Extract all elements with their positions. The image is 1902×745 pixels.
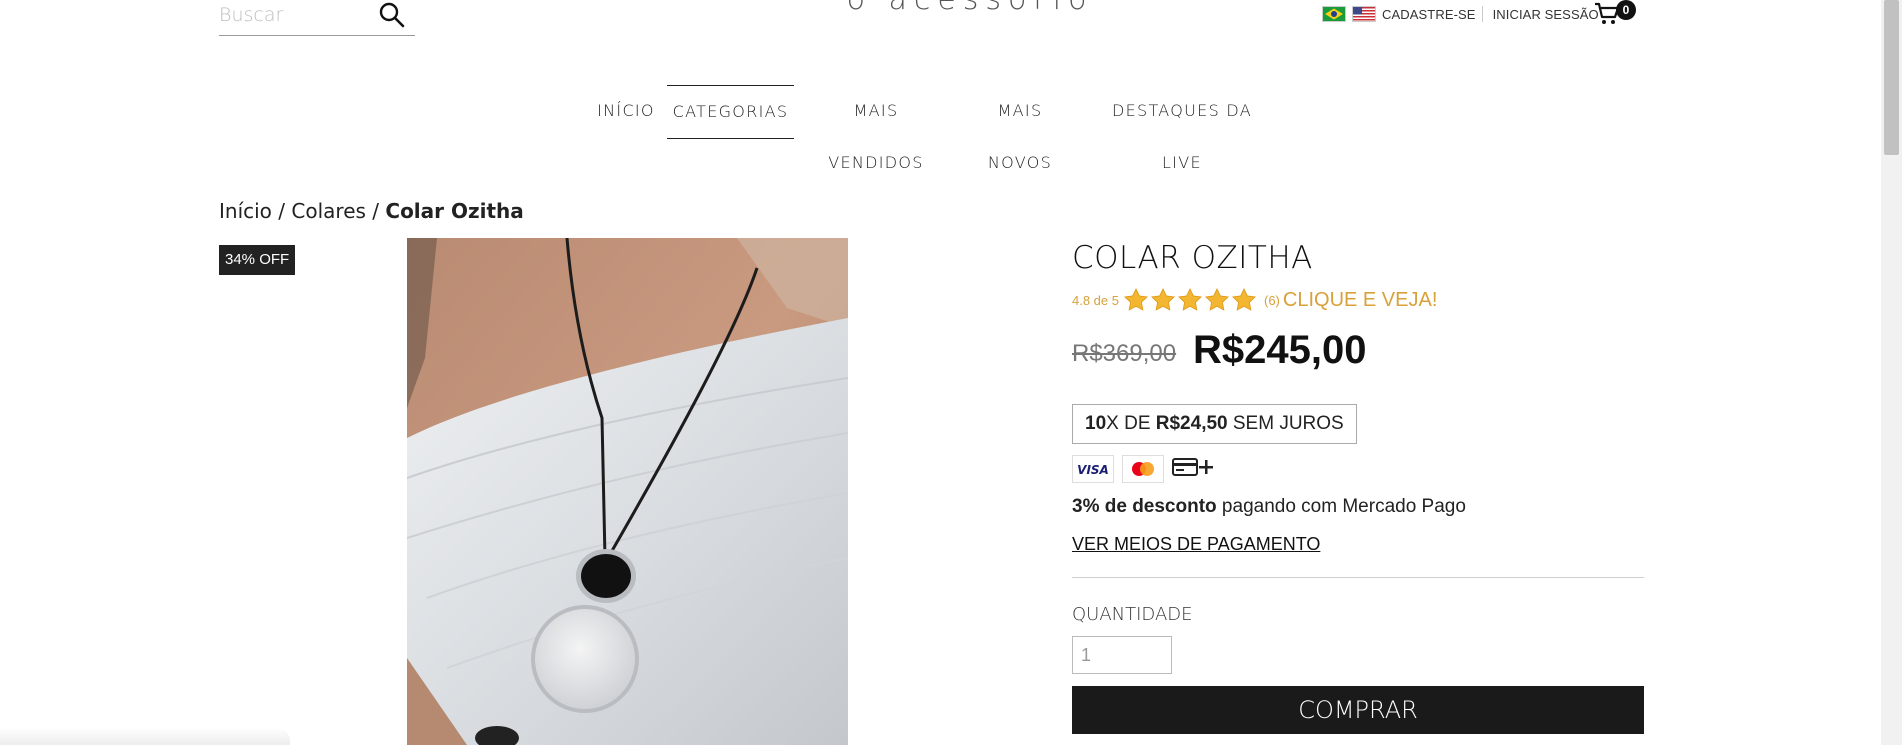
payment-methods: VISA xyxy=(1072,455,1214,483)
breadcrumb-home[interactable]: Início xyxy=(219,199,272,223)
cookie-bar-edge xyxy=(0,727,290,745)
breadcrumb: Início / Colares / Colar Ozitha xyxy=(219,199,524,223)
top-account-bar: CADASTRE-SE INICIAR SESSÃO xyxy=(1322,2,1599,26)
rating-value: 4.8 de 5 xyxy=(1072,292,1119,308)
discount-bold: 3% de desconto xyxy=(1072,496,1217,517)
star-icon xyxy=(1177,287,1203,313)
reviews-link[interactable]: CLIQUE E VEJA! xyxy=(1283,289,1438,312)
breadcrumb-category[interactable]: Colares xyxy=(291,199,366,223)
plus-icon xyxy=(1198,459,1214,480)
login-link[interactable]: INICIAR SESSÃO xyxy=(1493,7,1599,22)
nav-item-categorias[interactable]: CATEGORIAS xyxy=(667,85,794,139)
cart-count-badge: 0 xyxy=(1616,0,1636,20)
mastercard-icon xyxy=(1122,455,1164,483)
nav-item-destaques-da-live[interactable]: DESTAQUES DA LIVE xyxy=(1097,85,1267,172)
nav-item-mais-novos[interactable]: MAIS NOVOS xyxy=(963,85,1077,172)
star-icon xyxy=(1204,287,1230,313)
breadcrumb-separator: / xyxy=(372,199,380,223)
scrollbar-thumb[interactable] xyxy=(1884,0,1899,155)
discount-text: pagando com Mercado Pago xyxy=(1216,496,1466,517)
store-logo[interactable]: o acessorio xyxy=(820,0,1120,22)
star-icon xyxy=(1150,287,1176,313)
product-title: COLAR OZITHA xyxy=(1072,240,1313,276)
usa-flag-icon[interactable] xyxy=(1352,6,1376,22)
divider xyxy=(1072,577,1644,578)
product-image[interactable] xyxy=(407,238,848,745)
discount-badge: 34% OFF xyxy=(219,245,296,275)
nav-item-mais-vendidos[interactable]: MAIS VENDIDOS xyxy=(806,85,946,172)
register-link[interactable]: CADASTRE-SE xyxy=(1382,7,1476,22)
quantity-label: QUANTIDADE xyxy=(1072,604,1193,625)
breadcrumb-current: Colar Ozitha xyxy=(385,199,524,223)
search-input[interactable] xyxy=(219,2,369,28)
quantity-input[interactable] xyxy=(1072,636,1172,674)
breadcrumb-separator: / xyxy=(278,199,286,223)
star-icon xyxy=(1231,287,1257,313)
rating-count: (6) xyxy=(1264,292,1280,308)
cart-button[interactable]: 0 xyxy=(1594,0,1644,28)
visa-icon: VISA xyxy=(1072,455,1114,483)
installments-value: R$24,50 xyxy=(1155,413,1228,434)
svg-text:VISA: VISA xyxy=(1077,463,1109,476)
brazil-flag-icon[interactable] xyxy=(1322,6,1346,22)
star-icon xyxy=(1123,287,1149,313)
price-old: R$369,00 xyxy=(1072,340,1177,367)
nav-item-inicio[interactable]: INÍCIO xyxy=(588,85,664,139)
product-rating: 4.8 de 5 (6) CLIQUE E VEJA! xyxy=(1072,286,1437,314)
installments-suffix: SEM JUROS xyxy=(1227,413,1344,434)
main-nav: INÍCIO CATEGORIAS MAIS VENDIDOS MAIS NOV… xyxy=(0,85,1902,172)
installments-box: 10X DE R$24,50 SEM JUROS xyxy=(1072,404,1357,444)
rating-stars xyxy=(1123,287,1258,313)
installments-prefix: X DE xyxy=(1106,413,1156,434)
payment-methods-link[interactable]: VER MEIOS DE PAGAMENTO xyxy=(1072,534,1320,555)
installments-count: 10 xyxy=(1085,413,1107,434)
search-icon[interactable] xyxy=(377,0,407,30)
divider xyxy=(1481,6,1483,22)
buy-button[interactable]: COMPRAR xyxy=(1072,686,1644,734)
payment-discount: 3% de desconto pagando com Mercado Pago xyxy=(1072,496,1466,518)
more-payment-methods[interactable] xyxy=(1172,457,1214,482)
credit-card-icon xyxy=(1172,457,1198,482)
price-new: R$245,00 xyxy=(1193,328,1367,372)
search-box xyxy=(219,0,415,36)
